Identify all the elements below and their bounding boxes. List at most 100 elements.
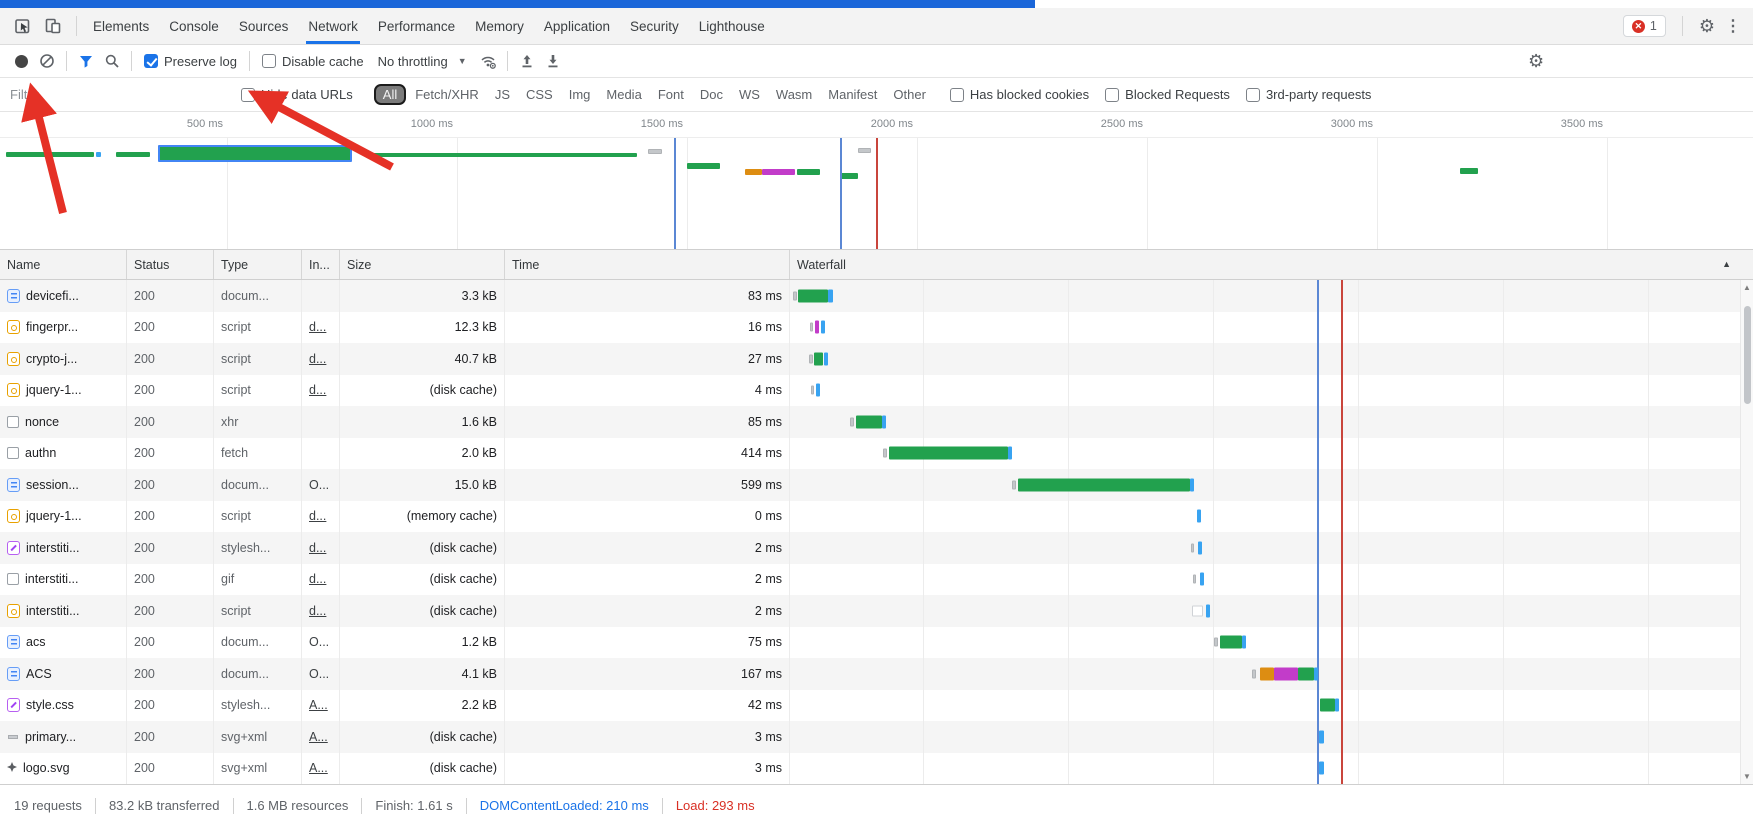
initiator-link[interactable]: d...	[309, 509, 326, 523]
request-name-cell[interactable]: jquery-1...	[0, 375, 127, 407]
initiator-link[interactable]: d...	[309, 541, 326, 555]
inspect-element-icon[interactable]	[10, 13, 36, 39]
waterfall-cell[interactable]	[790, 469, 1753, 501]
waterfall-cell[interactable]	[790, 658, 1753, 690]
request-row[interactable]: interstiti...200gifd...(disk cache)2 ms	[0, 564, 1753, 596]
import-har-icon[interactable]	[514, 49, 540, 73]
filter-type-manifest[interactable]: Manifest	[821, 85, 884, 104]
waterfall-cell[interactable]	[790, 406, 1753, 438]
request-initiator-cell[interactable]: d...	[302, 532, 340, 564]
column-header-name[interactable]: Name	[0, 250, 127, 279]
column-header-in[interactable]: In...	[302, 250, 340, 279]
waterfall-cell[interactable]	[790, 690, 1753, 722]
record-network-log-button[interactable]	[8, 49, 34, 73]
scrollbar-thumb[interactable]	[1744, 306, 1751, 404]
filter-funnel-icon[interactable]	[73, 49, 99, 73]
initiator-link[interactable]: d...	[309, 604, 326, 618]
waterfall-cell[interactable]	[790, 343, 1753, 375]
request-name-cell[interactable]: interstiti...	[0, 532, 127, 564]
waterfall-cell[interactable]	[790, 438, 1753, 470]
device-toolbar-icon[interactable]	[40, 13, 66, 39]
scroll-down-icon[interactable]: ▼	[1741, 772, 1753, 781]
initiator-link[interactable]: d...	[309, 383, 326, 397]
filter-type-fetch-xhr[interactable]: Fetch/XHR	[408, 85, 486, 104]
request-row[interactable]: logo.svg200svg+xmlA...(disk cache)3 ms	[0, 753, 1753, 785]
waterfall-cell[interactable]	[790, 627, 1753, 659]
tab-lighthouse[interactable]: Lighthouse	[689, 8, 775, 44]
request-row[interactable]: acs200docum...O...1.2 kB75 ms	[0, 627, 1753, 659]
has-blocked-cookies-checkbox[interactable]: Has blocked cookies	[944, 87, 1095, 102]
hide-data-urls-checkbox[interactable]: Hide data URLs	[235, 87, 359, 102]
vertical-scrollbar[interactable]: ▲▼	[1740, 280, 1753, 784]
filter-type-other[interactable]: Other	[886, 85, 933, 104]
filter-type-doc[interactable]: Doc	[693, 85, 730, 104]
request-initiator-cell[interactable]: d...	[302, 501, 340, 533]
request-name-cell[interactable]: devicefi...	[0, 280, 127, 312]
network-overview-timeline[interactable]: 500 ms1000 ms1500 ms2000 ms2500 ms3000 m…	[0, 112, 1753, 250]
export-har-icon[interactable]	[540, 49, 566, 73]
initiator-link[interactable]: A...	[309, 730, 328, 744]
filter-type-font[interactable]: Font	[651, 85, 691, 104]
request-row[interactable]: ACS200docum...O...4.1 kB167 ms	[0, 658, 1753, 690]
throttling-dropdown[interactable]: No throttling ▼	[370, 54, 475, 69]
more-options-icon[interactable]: ⋮	[1725, 16, 1741, 36]
waterfall-cell[interactable]	[790, 375, 1753, 407]
request-row[interactable]: interstiti...200stylesh...d...(disk cach…	[0, 532, 1753, 564]
request-name-cell[interactable]: session...	[0, 469, 127, 501]
request-name-cell[interactable]: interstiti...	[0, 564, 127, 596]
request-name-cell[interactable]: jquery-1...	[0, 501, 127, 533]
blocked-requests-checkbox[interactable]: Blocked Requests	[1099, 87, 1236, 102]
request-initiator-cell[interactable]: d...	[302, 375, 340, 407]
request-name-cell[interactable]: nonce	[0, 406, 127, 438]
waterfall-cell[interactable]	[790, 564, 1753, 596]
disable-cache-checkbox[interactable]: Disable cache	[256, 54, 370, 69]
network-conditions-icon[interactable]	[475, 49, 501, 73]
settings-gear-icon[interactable]: ⚙	[1699, 16, 1715, 37]
filter-type-css[interactable]: CSS	[519, 85, 560, 104]
waterfall-cell[interactable]	[790, 312, 1753, 344]
waterfall-cell[interactable]	[790, 280, 1753, 312]
waterfall-cell[interactable]	[790, 595, 1753, 627]
search-icon[interactable]	[99, 49, 125, 73]
column-header-time[interactable]: Time	[505, 250, 790, 279]
filter-type-media[interactable]: Media	[599, 85, 648, 104]
request-row[interactable]: style.css200stylesh...A...2.2 kB42 ms	[0, 690, 1753, 722]
request-row[interactable]: devicefi...200docum...3.3 kB83 ms	[0, 280, 1753, 312]
filter-type-js[interactable]: JS	[488, 85, 517, 104]
request-name-cell[interactable]: interstiti...	[0, 595, 127, 627]
waterfall-cell[interactable]	[790, 721, 1753, 753]
preserve-log-checkbox[interactable]: Preserve log	[138, 54, 243, 69]
waterfall-cell[interactable]	[790, 501, 1753, 533]
request-name-cell[interactable]: fingerpr...	[0, 312, 127, 344]
tab-network[interactable]: Network	[298, 8, 368, 44]
request-row[interactable]: session...200docum...O...15.0 kB599 ms	[0, 469, 1753, 501]
request-initiator-cell[interactable]: d...	[302, 595, 340, 627]
filter-type-wasm[interactable]: Wasm	[769, 85, 819, 104]
request-initiator-cell[interactable]: d...	[302, 312, 340, 344]
initiator-link[interactable]: d...	[309, 320, 326, 334]
column-header-type[interactable]: Type	[214, 250, 302, 279]
initiator-link[interactable]: d...	[309, 352, 326, 366]
request-row[interactable]: fingerpr...200scriptd...12.3 kB16 ms	[0, 312, 1753, 344]
error-badge[interactable]: ✕ 1	[1623, 15, 1666, 37]
request-initiator-cell[interactable]: A...	[302, 721, 340, 753]
request-name-cell[interactable]: logo.svg	[0, 753, 127, 785]
request-name-cell[interactable]: authn	[0, 438, 127, 470]
waterfall-cell[interactable]	[790, 753, 1753, 785]
request-row[interactable]: jquery-1...200scriptd...(disk cache)4 ms	[0, 375, 1753, 407]
request-initiator-cell[interactable]: A...	[302, 690, 340, 722]
initiator-link[interactable]: d...	[309, 572, 326, 586]
filter-input[interactable]: Filter	[10, 87, 235, 102]
request-name-cell[interactable]: style.css	[0, 690, 127, 722]
request-initiator-cell[interactable]: d...	[302, 343, 340, 375]
filter-type-all[interactable]: All	[374, 84, 406, 105]
column-header-status[interactable]: Status	[127, 250, 214, 279]
tab-application[interactable]: Application	[534, 8, 620, 44]
request-name-cell[interactable]: ACS	[0, 658, 127, 690]
tab-performance[interactable]: Performance	[368, 8, 465, 44]
scroll-up-icon[interactable]: ▲	[1741, 283, 1753, 292]
waterfall-cell[interactable]	[790, 532, 1753, 564]
request-name-cell[interactable]: primary...	[0, 721, 127, 753]
request-row[interactable]: authn200fetch2.0 kB414 ms	[0, 438, 1753, 470]
request-row[interactable]: interstiti...200scriptd...(disk cache)2 …	[0, 595, 1753, 627]
